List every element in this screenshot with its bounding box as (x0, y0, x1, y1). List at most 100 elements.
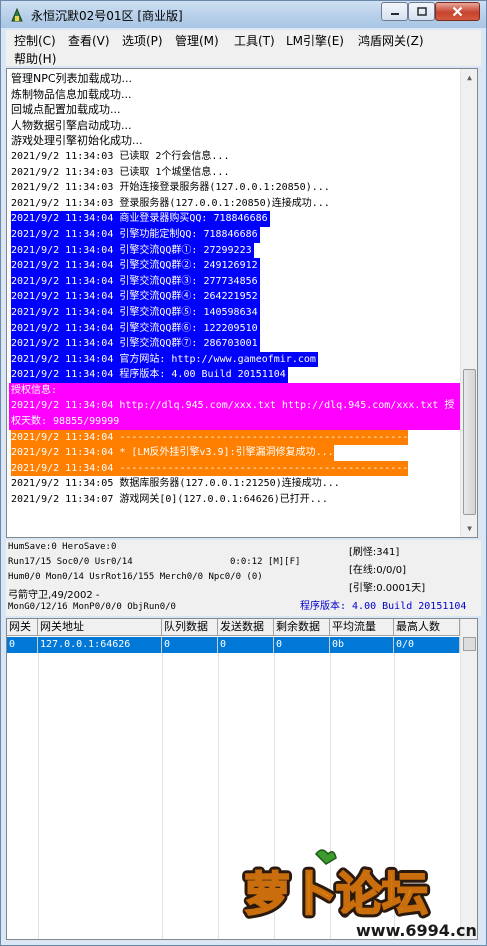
log-line-text: 2021/9/2 11:34:04 引擎交流QQ群④: 264221952 (11, 289, 260, 305)
log-line: 游戏处理引擎初始化成功... (9, 133, 461, 149)
menu-options[interactable]: 选项(P) (122, 32, 163, 49)
menu-control[interactable]: 控制(C) (14, 32, 56, 49)
log-line-text: 2021/9/2 11:34:04 引擎功能定制QQ: 718846686 (11, 226, 260, 243)
log-line: 人物数据引擎启动成功... (9, 118, 461, 134)
cell-max-users: 0/0 (394, 637, 460, 653)
table-scrollbar-thumb[interactable] (463, 637, 476, 651)
log-line-text: 权天数: 98855/99999 (11, 416, 120, 428)
col-remaining-data[interactable]: 剩余数据 (274, 619, 330, 636)
scroll-up-icon[interactable]: ▲ (461, 69, 477, 86)
app-icon (11, 7, 23, 22)
col-sent-data[interactable]: 发送数据 (218, 619, 274, 636)
log-line-text: 2021/9/2 11:34:03 登录服务器(127.0.0.1:20850)… (11, 197, 330, 209)
log-line: 2021/9/2 11:34:04 ----------------------… (9, 460, 461, 477)
watermark-url: www.6994.cn (356, 921, 477, 940)
log-line: 2021/9/2 11:34:04 ----------------------… (9, 429, 461, 446)
log-line: 权天数: 98855/99999 (9, 414, 461, 430)
log-scrollbar[interactable]: ▲ ▼ (460, 69, 477, 537)
menu-manage[interactable]: 管理(M) (175, 32, 219, 49)
col-queue-data[interactable]: 队列数据 (162, 619, 218, 636)
svg-text:萝卜论坛: 萝卜论坛 (244, 867, 428, 921)
log-line: 2021/9/2 11:34:04 引擎交流QQ群③: 277734856 (9, 273, 461, 290)
menu-view[interactable]: 查看(V) (68, 32, 110, 49)
window-title: 永恒沉默02号01区 [商业版] (31, 9, 183, 23)
log-line-text: 2021/9/2 11:34:07 游戏网关[0](127.0.0.1:6462… (11, 494, 328, 506)
log-line-text: 游戏处理引擎初始化成功... (11, 134, 143, 148)
cell-remaining-data: 0 (274, 637, 330, 653)
log-line-text: 2021/9/2 11:34:04 引擎交流QQ群②: 249126912 (11, 258, 260, 274)
log-line-text: 2021/9/2 11:34:04 ----------------------… (11, 460, 409, 477)
maximize-icon (416, 6, 427, 16)
log-line-text: 2021/9/2 11:34:04 ----------------------… (11, 429, 409, 446)
col-gateway[interactable]: 网关 (7, 619, 38, 636)
engine-days: [引擎:0.0001天] (349, 583, 426, 594)
log-line: 2021/9/2 11:34:03 登录服务器(127.0.0.1:20850)… (9, 196, 461, 212)
log-line: 2021/9/2 11:34:04 引擎交流QQ群⑥: 122209510 (9, 320, 461, 337)
maximize-button[interactable] (408, 2, 435, 21)
log-line-text: 回城点配置加载成功... (11, 103, 121, 117)
minimize-button[interactable] (381, 2, 408, 21)
menu-hongdun-gateway[interactable]: 鸿盾网关(Z) (358, 32, 424, 49)
log-lines: 管理NPC列表加载成功... 炼制物品信息加载成功... 回城点配置加载成功... 人… (9, 71, 461, 508)
menu-help[interactable]: 帮助(H) (14, 50, 56, 67)
cell-avg-traffic: 0b (330, 637, 394, 653)
log-line: 2021/9/2 11:34:04 引擎交流QQ群②: 249126912 (9, 258, 461, 274)
log-line: 2021/9/2 11:34:04 引擎交流QQ群①: 27299223 (9, 242, 461, 259)
log-line-text: 2021/9/2 11:34:05 数据库服务器(127.0.0.1:21250… (11, 478, 340, 490)
log-line-text: 人物数据引擎启动成功... (11, 118, 132, 132)
log-line-text: 2021/9/2 11:34:04 商业登录器购买QQ: 718846686 (11, 211, 270, 227)
log-line: 炼制物品信息加载成功... (9, 87, 461, 103)
log-line: 2021/9/2 11:34:03 已读取 1个城堡信息... (9, 165, 461, 181)
table-row[interactable]: 0 127.0.0.1:64626 0 0 0 0b 0/0 (7, 637, 460, 653)
menu-tools[interactable]: 工具(T) (234, 32, 275, 49)
col-avg-traffic[interactable]: 平均流量 (330, 619, 394, 636)
status-panel: HumSave:0 HeroSave:0 Run17/15 Soc0/0 Usr… (6, 540, 481, 616)
log-line: 2021/9/2 11:34:04 引擎交流QQ群④: 264221952 (9, 289, 461, 305)
log-line-text: 2021/9/2 11:34:03 已读取 1个城堡信息... (11, 166, 230, 178)
close-icon (452, 6, 463, 17)
log-line-text: 2021/9/2 11:34:04 程序版本: 4.00 Build 20151… (11, 367, 288, 383)
log-line-text: 炼制物品信息加载成功... (11, 87, 132, 101)
log-line: 管理NPC列表加载成功... (9, 71, 461, 87)
table-header: 网关 网关地址 队列数据 发送数据 剩余数据 平均流量 最高人数 (7, 619, 460, 636)
log-line: 2021/9/2 11:34:03 已读取 2个行会信息... (9, 149, 461, 165)
log-line: 2021/9/2 11:34:03 开始连接登录服务器(127.0.0.1:20… (9, 180, 461, 196)
log-line: 2021/9/2 11:34:05 数据库服务器(127.0.0.1:21250… (9, 476, 461, 492)
log-line: 2021/9/2 11:34:04 引擎交流QQ群⑦: 286703001 (9, 336, 461, 352)
log-line: 2021/9/2 11:34:04 程序版本: 4.00 Build 20151… (9, 367, 461, 383)
cell-queue-data: 0 (162, 637, 218, 653)
log-line-text: 2021/9/2 11:34:04 引擎交流QQ群⑥: 122209510 (11, 320, 260, 337)
scroll-down-icon[interactable]: ▼ (461, 520, 477, 537)
log-line: 2021/9/2 11:34:04 商业登录器购买QQ: 718846686 (9, 211, 461, 227)
log-line: 2021/9/2 11:34:04 引擎功能定制QQ: 718846686 (9, 226, 461, 243)
cell-gateway: 0 (7, 637, 38, 653)
menu-lm-engine[interactable]: LM引擎(E) (286, 32, 344, 49)
program-version: 程序版本: 4.00 Build 20151104 (300, 601, 467, 612)
log-line-text: 2021/9/2 11:34:04 引擎交流QQ群⑤: 140598634 (11, 304, 260, 321)
minimize-icon (390, 12, 399, 15)
log-line-text: 2021/9/2 11:34:04 * [LM反外挂引擎v3.9]:引擎漏洞修复… (11, 445, 334, 461)
log-line-text: 2021/9/2 11:34:04 引擎交流QQ群③: 277734856 (11, 273, 260, 290)
log-line: 2021/9/2 11:34:04 * [LM反外挂引擎v3.9]:引擎漏洞修复… (9, 445, 461, 461)
cell-sent-data: 0 (218, 637, 274, 653)
status-run: Run17/15 Soc0/0 Usr0/14 (8, 557, 133, 567)
log-line: 授权信息: (9, 382, 461, 399)
log-scrollbar-thumb[interactable] (463, 369, 476, 515)
close-button[interactable] (435, 2, 480, 21)
status-hum: Hum0/0 Mon0/14 UsrRot16/155 Merch0/0 Npc… (8, 572, 263, 582)
online-count: [在线:0/0/0] (349, 565, 406, 576)
log-line: 2021/9/2 11:34:04 官方网站: http://www.gameo… (9, 351, 461, 368)
menu-bar: 控制(C) 查看(V) 选项(P) 管理(M) 工具(T) LM引擎(E) 鸿盾… (6, 30, 481, 66)
log-line: 回城点配置加载成功... (9, 102, 461, 118)
watermark-logo: 萝卜论坛 萝卜论坛 www.6994.cn (240, 849, 477, 940)
log-line-text: 2021/9/2 11:34:04 引擎交流QQ群⑦: 286703001 (11, 336, 260, 352)
log-line-text: 2021/9/2 11:34:04 引擎交流QQ群①: 27299223 (11, 242, 254, 259)
title-bar[interactable]: 永恒沉默02号01区 [商业版] (0, 0, 487, 28)
col-max-users[interactable]: 最高人数 (394, 619, 460, 636)
col-gateway-address[interactable]: 网关地址 (38, 619, 162, 636)
log-line-text: 授权信息: (11, 384, 58, 396)
log-panel[interactable]: 管理NPC列表加载成功... 炼制物品信息加载成功... 回城点配置加载成功... 人… (6, 68, 478, 538)
log-line-text: 管理NPC列表加载成功... (11, 72, 133, 85)
cell-gateway-address: 127.0.0.1:64626 (38, 637, 162, 653)
log-line: 2021/9/2 11:34:04 引擎交流QQ群⑤: 140598634 (9, 304, 461, 321)
